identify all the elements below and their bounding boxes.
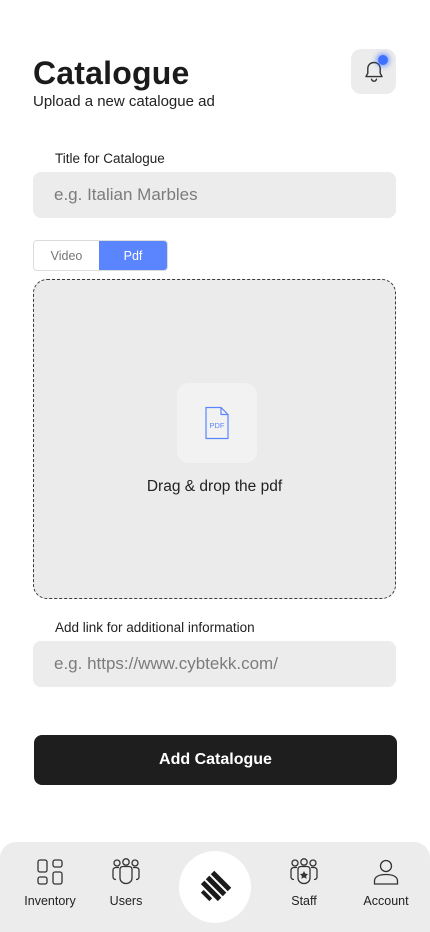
pdf-icon-text: PDF bbox=[210, 421, 225, 430]
media-type-toggle: Video Pdf bbox=[33, 240, 168, 271]
pdf-dropzone[interactable]: PDF Drag & drop the pdf bbox=[33, 279, 396, 599]
title-input[interactable] bbox=[33, 172, 396, 218]
nav-item-inventory[interactable]: Inventory bbox=[22, 858, 78, 908]
nav-item-account[interactable]: Account bbox=[360, 858, 412, 908]
nav-label-account: Account bbox=[363, 894, 409, 908]
page-subtitle: Upload a new catalogue ad bbox=[33, 93, 215, 110]
link-input[interactable] bbox=[33, 641, 396, 687]
dropzone-text: Drag & drop the pdf bbox=[146, 478, 283, 495]
bottom-nav: Inventory Users Staff Account bbox=[0, 842, 430, 932]
nav-home-logo-button[interactable] bbox=[179, 851, 251, 923]
tab-pdf[interactable]: Pdf bbox=[99, 241, 167, 270]
title-field-label: Title for Catalogue bbox=[55, 151, 165, 166]
grid-icon bbox=[37, 859, 63, 885]
file-icon-box: PDF bbox=[177, 383, 257, 463]
logo-icon bbox=[200, 870, 232, 902]
add-catalogue-button[interactable]: Add Catalogue bbox=[34, 735, 397, 785]
staff-icon bbox=[290, 858, 318, 885]
nav-label-users: Users bbox=[109, 894, 143, 908]
page-header: Catalogue Upload a new catalogue ad bbox=[33, 54, 215, 112]
users-icon bbox=[112, 858, 140, 885]
link-field-label: Add link for additional information bbox=[55, 620, 255, 635]
pdf-file-icon: PDF bbox=[205, 406, 229, 440]
notifications-button[interactable] bbox=[351, 49, 396, 94]
account-icon bbox=[373, 859, 399, 885]
nav-label-staff: Staff bbox=[291, 894, 317, 908]
nav-item-users[interactable]: Users bbox=[104, 858, 148, 908]
nav-item-staff[interactable]: Staff bbox=[286, 858, 322, 908]
notification-dot bbox=[378, 55, 388, 65]
tab-video[interactable]: Video bbox=[34, 241, 99, 270]
page-title: Catalogue bbox=[33, 55, 190, 91]
nav-label-inventory: Inventory bbox=[24, 894, 76, 908]
